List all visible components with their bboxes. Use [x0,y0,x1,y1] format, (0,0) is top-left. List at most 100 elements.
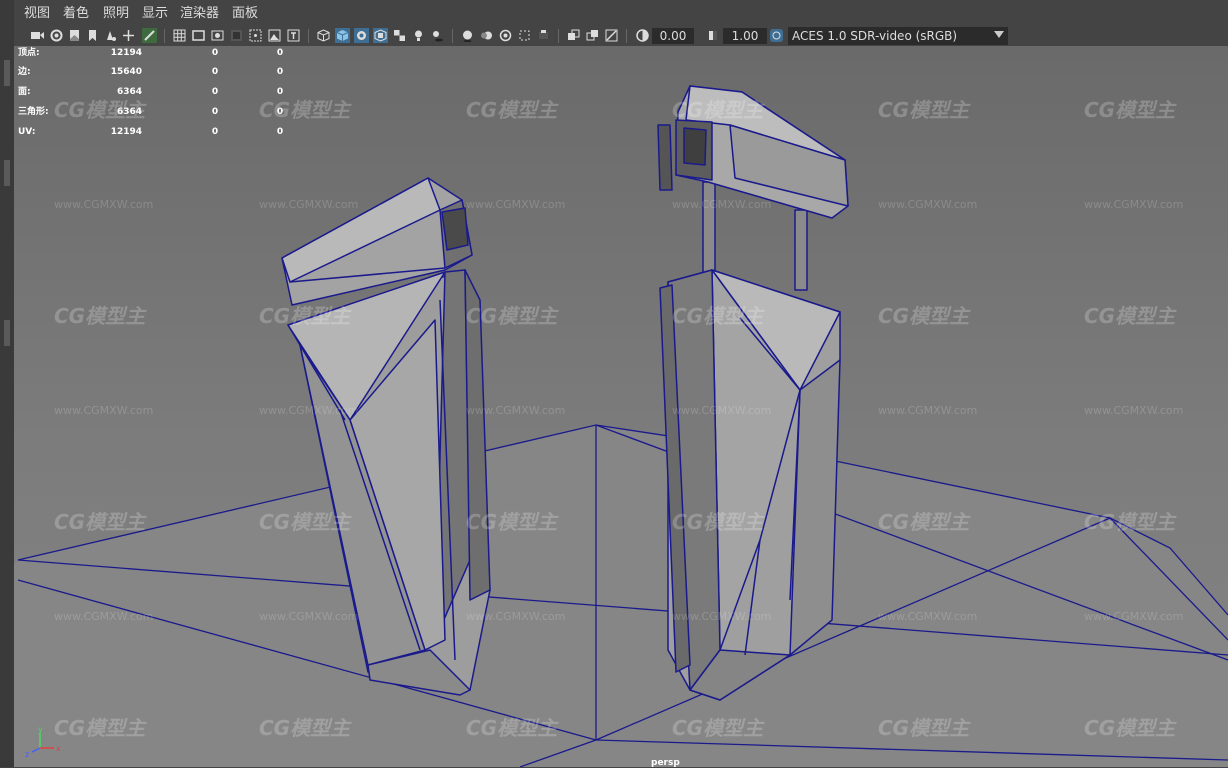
watermark-logo: CG模型主 [672,510,764,534]
watermark-url: www.CGMXW.com [1084,404,1184,417]
shelf-marker [4,60,10,86]
gamma-icon[interactable] [706,28,721,43]
toolbar-separator [558,29,559,43]
watermark-logo: CG模型主 [1084,304,1176,328]
hud-value: 0 [211,48,219,58]
watermark-logo: CG模型主 [672,98,764,122]
axis-x-label: x [56,744,61,753]
field-chart-icon[interactable] [248,28,263,43]
menu-show[interactable]: 显示 [142,6,168,22]
hud-value: 12194 [110,127,142,137]
hud-label: 顶点: [18,48,40,58]
shelf-marker [4,320,10,346]
camera-attributes-icon[interactable] [49,28,64,43]
toolbar-separator [626,29,627,43]
watermark-logo: CG模型主 [1084,98,1176,122]
watermark-logo: CG模型主 [54,716,146,740]
watermark-url: www.CGMXW.com [1084,610,1184,623]
menu-shading[interactable]: 着色 [63,6,89,22]
2d-pan-icon[interactable] [103,28,118,43]
hud-value: 0 [276,127,284,137]
camera-icon[interactable] [30,28,45,43]
panel-menubar: 视图 着色 照明 显示 渲染器 面板 [14,0,1228,26]
use-all-lights-icon[interactable] [411,28,426,43]
film-gate-icon[interactable] [191,28,206,43]
depth-of-field-icon[interactable] [517,28,532,43]
watermark-url: www.CGMXW.com [54,404,154,417]
textured-icon[interactable] [373,28,388,43]
screen-space-ao-icon[interactable] [460,28,475,43]
watermark-url: www.CGMXW.com [259,610,359,623]
menu-lighting[interactable]: 照明 [103,6,129,22]
hud-label: 面: [18,87,31,97]
shadows-icon[interactable] [430,28,445,43]
xray-active-components-icon[interactable] [585,28,600,43]
grid-icon[interactable] [172,28,187,43]
watermark-url: www.CGMXW.com [54,610,154,623]
safe-action-icon[interactable] [267,28,282,43]
watermark-logo: CG模型主 [466,716,558,740]
watermark-logo: CG模型主 [466,98,558,122]
xray-icon[interactable] [566,28,581,43]
hud-value: 6364 [116,107,142,117]
hud-value: 0 [211,67,219,77]
wireframe-icon[interactable] [316,28,331,43]
viewport-canvas[interactable]: y x z [14,46,1228,767]
watermark-logo: CG模型主 [259,510,351,534]
hud-value: 0 [211,127,219,137]
watermark-url: www.CGMXW.com [672,198,772,211]
gate-mask-icon[interactable] [229,28,244,43]
watermark-url: www.CGMXW.com [672,404,772,417]
color-space-select[interactable]: ACES 1.0 SDR-video (sRGB) [788,27,1008,45]
watermark-logo: CG模型主 [878,510,970,534]
menu-renderer[interactable]: 渲染器 [180,6,219,22]
watermark-logo: CG模型主 [466,510,558,534]
toolbar-separator [308,29,309,43]
bookmark-icon[interactable] [67,28,82,43]
shelf-marker [4,160,10,186]
menu-panels[interactable]: 面板 [232,6,258,22]
axis-y-label: y [38,725,43,734]
toolbar-separator [164,29,165,43]
hud-value: 0 [211,87,219,97]
hud-value: 15640 [110,67,142,77]
watermark-logo: CG模型主 [672,304,764,328]
watermark-logo: CG模型主 [1084,716,1176,740]
grease-pencil-icon[interactable] [142,28,157,43]
watermark-url: www.CGMXW.com [259,404,359,417]
watermark-url: www.CGMXW.com [878,610,978,623]
pan-zoom-icon[interactable] [121,28,136,43]
safe-title-icon[interactable] [286,28,301,43]
watermark-url: www.CGMXW.com [54,198,154,211]
watermark-url: www.CGMXW.com [878,198,978,211]
left-shelf [0,0,15,767]
perspective-viewport[interactable]: y x z CG模型主 www.CGMXW.com CG模型主 www.CGMXW.c… [14,46,1228,767]
watermark-logo: CG模型主 [259,716,351,740]
watermark-url: www.CGMXW.com [466,610,566,623]
hud-value: 0 [276,107,284,117]
watermark-logo: CG模型主 [672,716,764,740]
image-plane-icon[interactable] [85,28,100,43]
watermark-logo: CG模型主 [54,510,146,534]
watermark-url: www.CGMXW.com [466,198,566,211]
color-management-icon[interactable] [769,28,784,43]
motion-blur-icon[interactable] [479,28,494,43]
watermark-logo: CG模型主 [54,304,146,328]
exposure-icon[interactable] [635,28,650,43]
menu-view[interactable]: 视图 [24,6,50,22]
checker-icon[interactable] [392,28,407,43]
watermark-logo: CG模型主 [878,98,970,122]
watermark-url: www.CGMXW.com [878,404,978,417]
hud-value: 0 [276,67,284,77]
isolate-select-icon[interactable] [536,28,551,43]
resolution-gate-icon[interactable] [210,28,225,43]
hud-label: 边: [18,67,31,77]
default-material-icon[interactable] [354,28,369,43]
smooth-shade-icon[interactable] [335,28,350,43]
gamma-input[interactable] [723,28,767,44]
hud-label: 三角形: [18,107,49,117]
multisample-aa-icon[interactable] [498,28,513,43]
exposure-input[interactable] [652,28,694,44]
xray-joints-icon[interactable] [604,28,619,43]
watermark-logo: CG模型主 [466,304,558,328]
